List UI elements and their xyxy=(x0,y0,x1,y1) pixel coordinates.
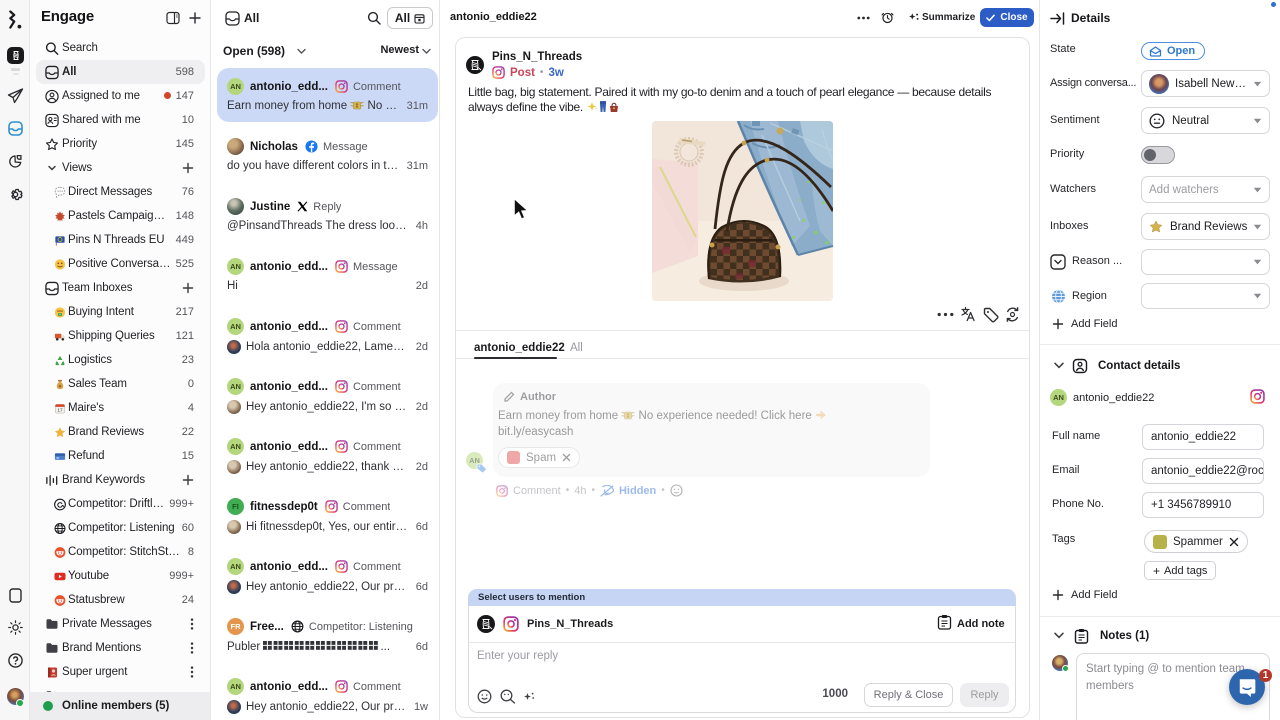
svg-text:17: 17 xyxy=(57,407,63,412)
